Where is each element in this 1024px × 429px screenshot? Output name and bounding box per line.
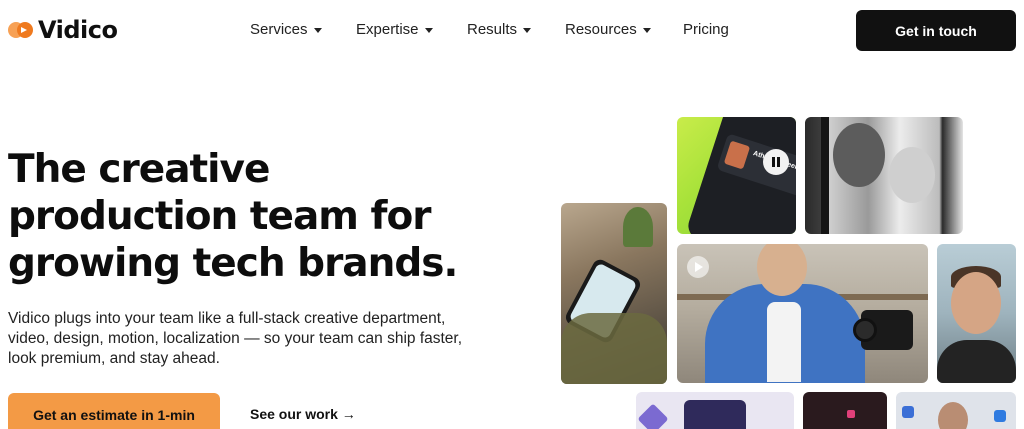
see-our-work-link[interactable]: See our work → [250,406,356,422]
app-icon [847,410,855,418]
app-icon [994,410,1006,422]
media-tile-phone-green[interactable]: Athletic Greens [677,117,796,234]
person-head-image [951,272,1001,334]
nav-item-expertise[interactable]: Expertise [356,21,433,38]
hand-image [561,313,667,384]
nav-item-label: Resources [565,21,637,38]
shirt-image [767,302,801,382]
nav-item-results[interactable]: Results [467,21,532,38]
nav-item-label: Expertise [356,21,419,38]
person-image [833,123,885,187]
caret-down-icon [313,27,322,33]
film-strip [821,117,829,234]
get-estimate-button[interactable]: Get an estimate in 1-min [8,393,220,429]
media-tile-dark-ui[interactable] [803,392,887,429]
pause-icon[interactable] [763,149,789,175]
person-image [889,147,935,203]
product-thumbnail [723,140,751,170]
person-image [938,402,968,429]
app-icon [902,406,914,418]
media-tile-app-ui[interactable] [636,392,794,429]
caret-down-icon [424,27,433,33]
media-tile-phone-hand[interactable] [561,203,667,384]
media-tile-video-creator[interactable] [677,244,928,383]
media-tile-video-call[interactable] [896,392,1016,429]
media-tile-smiling-man[interactable] [937,244,1016,383]
camera-lens-image [853,318,877,342]
hero-title: The creative production team for growing… [8,147,458,286]
nav-item-label: Services [250,21,308,38]
see-our-work-label: See our work → [250,406,356,422]
phone-image: Athletic Greens [684,117,796,234]
nav-item-pricing[interactable]: Pricing [683,21,729,38]
nav-item-resources[interactable]: Resources [565,21,651,38]
caret-down-icon [523,27,532,33]
media-tile-bw-portrait[interactable] [805,117,963,234]
nav-item-services[interactable]: Services [250,21,322,38]
plant-image [623,207,653,247]
nav-item-label: Pricing [683,21,729,38]
sparkle-icon [637,403,669,429]
play-icon[interactable] [687,256,709,278]
nav-item-label: Results [467,21,518,38]
caret-down-icon [642,27,651,33]
person-shirt-image [937,340,1016,383]
phone-image [684,400,746,429]
hero-subtitle: Vidico plugs into your team like a full-… [8,310,463,367]
get-in-touch-button[interactable]: Get in touch [856,10,1016,51]
